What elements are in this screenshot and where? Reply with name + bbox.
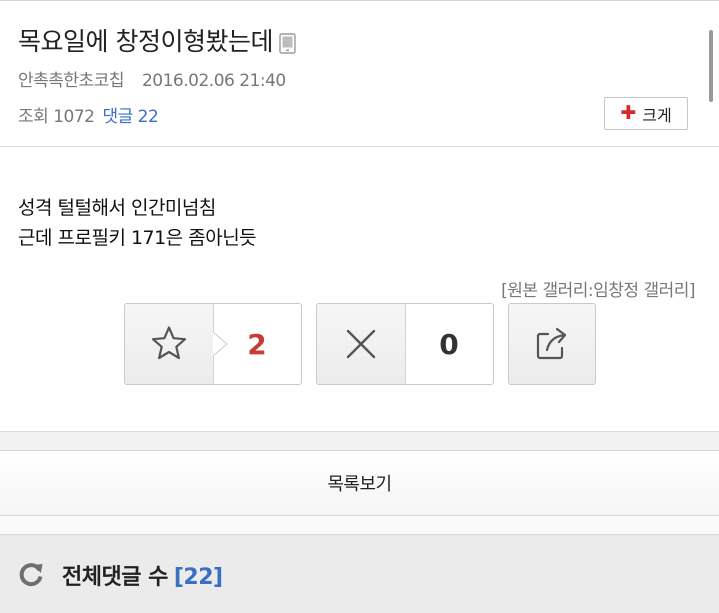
post-title-text: 목요일에 창정이형봤는데 <box>18 27 273 56</box>
post-meta-stats: 조회 1072 댓글 22 <box>18 102 159 127</box>
mobile-phone-icon <box>279 31 296 54</box>
enlarge-text-button[interactable]: ✚ 크게 <box>604 97 688 130</box>
comment-section-header: 전체댓글 수 [22] <box>0 534 719 613</box>
enlarge-label: 크게 <box>642 105 672 125</box>
post-title: 목요일에 창정이형봤는데 <box>18 22 296 58</box>
comment-total-count: [22] <box>173 565 223 590</box>
post-body-line: 성격 털털해서 인간미넘침 <box>18 197 216 219</box>
share-button[interactable] <box>508 303 596 385</box>
share-icon <box>536 327 567 360</box>
comment-count-label: 전체댓글 수 [22] <box>62 559 223 591</box>
nonrecommend-button[interactable]: 0 <box>316 303 494 385</box>
nonrecommend-count: 0 <box>439 327 459 361</box>
comment-total-label: 전체댓글 수 <box>62 565 168 590</box>
post-body: 성격 털털해서 인간미넘침 근데 프로필키 171은 좀아닌듯 <box>18 193 257 253</box>
scrollbar[interactable] <box>709 30 713 102</box>
author-name[interactable]: 안촉촉한초코칩 <box>18 71 124 91</box>
section-gap <box>0 516 719 534</box>
comments-label: 댓글 <box>102 107 133 127</box>
views-count: 1072 <box>53 107 95 127</box>
list-view-button[interactable]: 목록보기 <box>0 450 719 516</box>
comments-count: 22 <box>137 107 159 127</box>
x-icon <box>317 304 406 384</box>
top-border <box>0 0 719 1</box>
comments-link[interactable]: 댓글 22 <box>102 107 158 127</box>
recommend-count: 2 <box>247 327 267 361</box>
divider <box>0 146 719 147</box>
post-body-line: 근데 프로필키 171은 좀아닌듯 <box>18 227 257 249</box>
refresh-icon[interactable] <box>18 561 44 587</box>
views-label: 조회 <box>18 107 49 127</box>
star-icon <box>125 304 214 384</box>
plus-icon: ✚ <box>620 102 637 124</box>
recommend-button[interactable]: 2 <box>124 303 302 385</box>
source-gallery-link[interactable]: [원본 갤러리:임창정 갤러리] <box>501 276 695 301</box>
section-gap <box>0 432 719 450</box>
post-meta-author: 안촉촉한초코칩 2016.02.06 21:40 <box>18 66 286 91</box>
post-datetime: 2016.02.06 21:40 <box>141 71 286 91</box>
